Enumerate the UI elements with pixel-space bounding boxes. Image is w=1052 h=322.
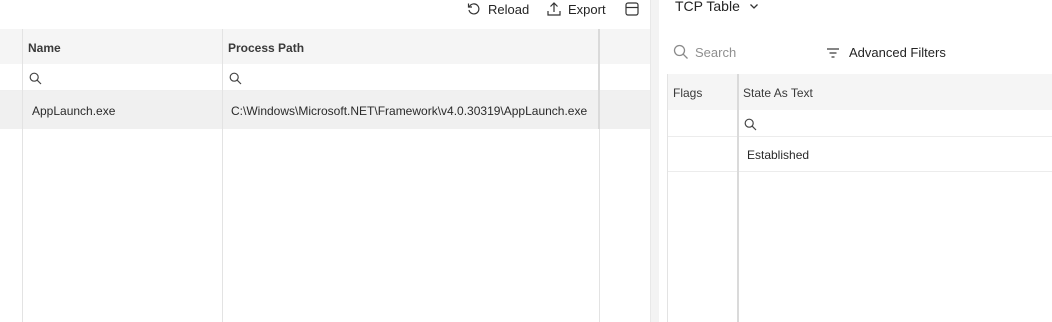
export-icon [547, 2, 561, 16]
table-row[interactable]: Established [667, 137, 1052, 172]
reload-icon [467, 3, 480, 15]
column-divider [599, 129, 600, 322]
search-icon[interactable] [229, 72, 242, 85]
column-header-process-path[interactable]: Process Path [228, 41, 304, 55]
export-label: Export [568, 1, 606, 17]
cell-name: AppLaunch.exe [32, 104, 116, 118]
tcp-table-title: TCP Table [675, 0, 740, 14]
pane-splitter[interactable] [650, 0, 659, 322]
advanced-filters-label: Advanced Filters [849, 45, 946, 60]
table-header: Name Process Path [0, 29, 650, 64]
table-row[interactable]: AppLaunch.exe C:\Windows\Microsoft.NET\F… [0, 91, 650, 129]
column-divider[interactable] [222, 29, 223, 322]
column-divider[interactable] [598, 29, 600, 129]
tcp-table-dropdown[interactable]: TCP Table [675, 0, 760, 14]
toolbar: Reload Export [0, 0, 650, 28]
search-icon [673, 44, 688, 59]
layout-button[interactable] [624, 0, 646, 18]
column-divider[interactable] [22, 29, 23, 322]
table-left-border [667, 74, 668, 322]
table-header: Flags State As Text [667, 74, 1052, 110]
tcp-table-pane: TCP Table Advanced Filters Flags State A… [659, 0, 1052, 322]
advanced-filters-button[interactable]: Advanced Filters [826, 45, 946, 60]
process-table-pane: Reload Export Name Process Path AppLaunc… [0, 0, 650, 322]
chevron-down-icon [749, 4, 758, 9]
column-header-name[interactable]: Name [28, 41, 61, 55]
search-box [673, 44, 815, 60]
column-divider[interactable] [737, 74, 739, 322]
filter-row [667, 110, 1052, 137]
export-button[interactable]: Export [546, 0, 606, 18]
reload-button[interactable]: Reload [466, 0, 529, 18]
column-header-flags[interactable]: Flags [673, 86, 702, 100]
filter-row [0, 64, 650, 91]
column-header-state-as-text[interactable]: State As Text [743, 86, 813, 100]
search-icon[interactable] [29, 72, 42, 85]
cell-process-path: C:\Windows\Microsoft.NET\Framework\v4.0.… [231, 104, 588, 118]
search-input[interactable] [695, 44, 815, 60]
reload-label: Reload [488, 1, 530, 17]
search-icon[interactable] [744, 118, 757, 131]
filter-icon [827, 47, 839, 58]
layout-icon [625, 2, 639, 16]
cell-state: Established [747, 148, 810, 162]
